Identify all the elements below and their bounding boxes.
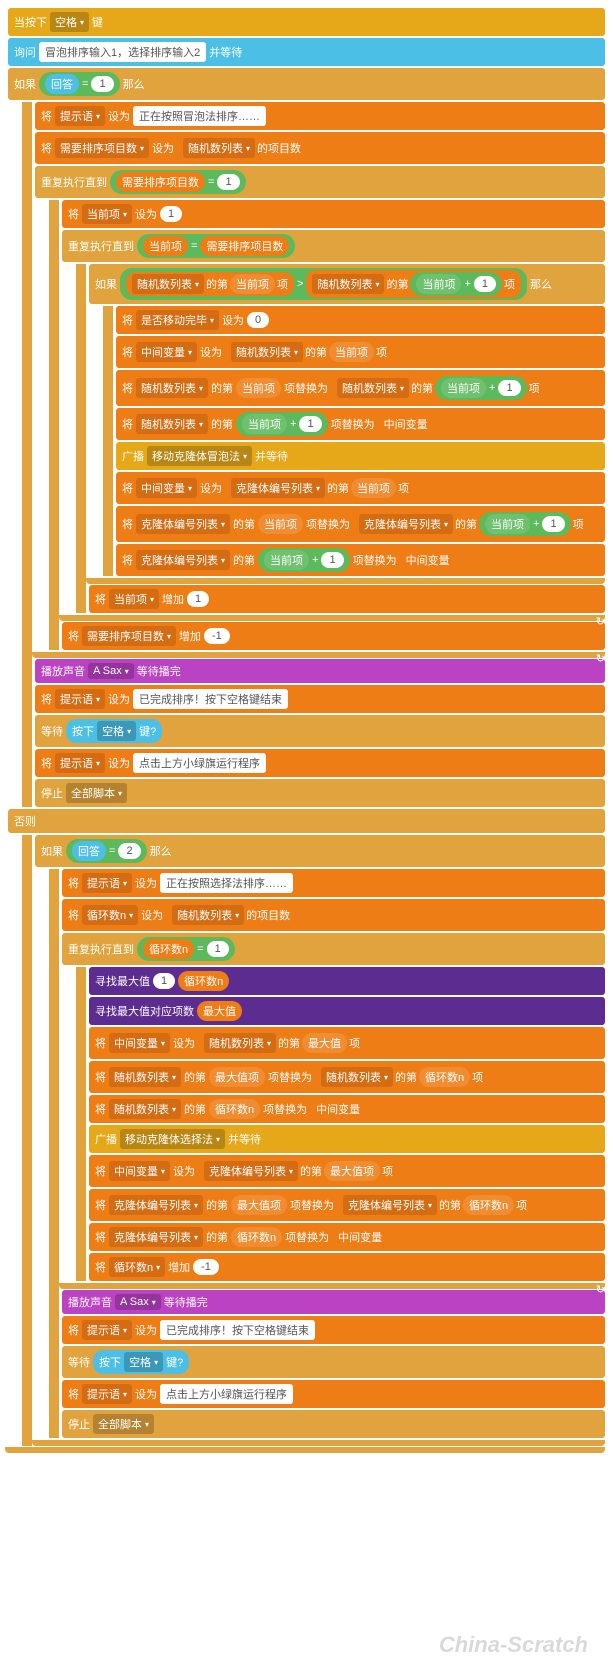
repeat-until-loop-1[interactable]: 重复执行直到 循环数n = 1 (62, 933, 605, 965)
hat-when-key-pressed[interactable]: 当按下 空格 键 (8, 8, 605, 36)
set-tip-select[interactable]: 将 提示语 设为 正在按照选择法排序…… (62, 869, 605, 897)
replace-rand-max[interactable]: 将 随机数列表 的第 最大值项 项替换为 随机数列表 的第 循环数n 项 (89, 1061, 605, 1093)
label: 当按下 (14, 14, 47, 30)
set-done-moving-0[interactable]: 将 是否移动完毕 设为 0 (116, 306, 605, 334)
set-tip-flag-1[interactable]: 将 提示语 设为 点击上方小绿旗运行程序 (35, 749, 605, 777)
watermark: China-Scratch (439, 1632, 588, 1658)
ask-text[interactable]: 冒泡排序输入1，选择排序输入2 (39, 42, 206, 62)
set-tip-done-2[interactable]: 将 提示语 设为 已完成排序！按下空格键结束 (62, 1316, 605, 1344)
equals-op[interactable]: 回答 = 1 (39, 72, 120, 96)
if-compare[interactable]: 如果 随机数列表 的第 当前项 项 > 随机数列表 的第 当前项 + (89, 264, 605, 304)
set-temp-clone-max[interactable]: 将 中间变量 设为 克隆体编号列表 的第 最大值项 项 (89, 1155, 605, 1187)
set-tip-done-1[interactable]: 将 提示语 设为 已完成排序！按下空格键结束 (35, 685, 605, 713)
set-temp-to-item[interactable]: 将 中间变量 设为 随机数列表 的第 当前项 项 (116, 336, 605, 368)
val[interactable]: 1 (91, 76, 113, 92)
equals-op[interactable]: 需要排序项目数 = 1 (110, 170, 246, 194)
call-find-max-idx[interactable]: 寻找最大值对应项数 最大值 (89, 997, 605, 1025)
set-items-to-sort[interactable]: 将 需要排序项目数 设为 随机数列表 的项目数 (35, 132, 605, 164)
replace-clone-1[interactable]: 将 克隆体编号列表 的第 当前项 项替换为 克隆体编号列表 的第 当前项 + 1… (116, 506, 605, 542)
ask-and-wait[interactable]: 询问 冒泡排序输入1，选择排序输入2 并等待 (8, 38, 605, 66)
else-branch[interactable]: 否则 (8, 809, 605, 833)
set-temp-clone[interactable]: 将 中间变量 设为 克隆体编号列表 的第 当前项 项 (116, 472, 605, 504)
plus-op[interactable]: 当前项 + 1 (410, 272, 502, 296)
key-dropdown[interactable]: 空格 (50, 12, 89, 32)
repeat-until-outer[interactable]: 重复执行直到 需要排序项目数 = 1 (35, 166, 605, 198)
var[interactable]: 需要排序项目数 (116, 172, 205, 192)
set-temp-max[interactable]: 将 中间变量 设为 随机数列表 的第 最大值 项 (89, 1027, 605, 1059)
call-find-max[interactable]: 寻找最大值 1 循环数n (89, 967, 605, 995)
gt-op[interactable]: 随机数列表 的第 当前项 项 > 随机数列表 的第 当前项 + 1 (120, 268, 527, 300)
wait-until-key-1[interactable]: 等待 按下 空格 键? (35, 715, 605, 747)
key-pressed[interactable]: 按下 空格 键? (66, 719, 162, 743)
label: 那么 (123, 76, 145, 92)
replace-item-2[interactable]: 将 随机数列表 的第 当前项 + 1 项替换为 中间变量 (116, 408, 605, 440)
set-tip-flag-2[interactable]: 将 提示语 设为 点击上方小绿旗运行程序 (62, 1380, 605, 1408)
var-dd[interactable]: 需要排序项目数 (55, 138, 149, 158)
change-current-1[interactable]: 将 当前项 增加 1 (89, 585, 605, 613)
item-of-list[interactable]: 随机数列表 的第 当前项 项 (126, 272, 294, 296)
set-current-1[interactable]: 将 当前项 设为 1 (62, 200, 605, 228)
change-loop-neg1[interactable]: 将 循环数n 增加 -1 (89, 1253, 605, 1281)
label: 键 (92, 14, 103, 30)
set-loop-n[interactable]: 将 循环数n 设为 随机数列表 的项目数 (62, 899, 605, 931)
change-items-neg1[interactable]: 将 需要排序项目数 增加 -1 (62, 622, 605, 650)
list-length[interactable]: 随机数列表 的项目数 (177, 136, 307, 160)
play-sound-2[interactable]: 播放声音 A Sax 等待播完 (62, 1290, 605, 1314)
broadcast-bubble[interactable]: 广播 移动克隆体冒泡法 并等待 (116, 442, 605, 470)
broadcast-select[interactable]: 广播 移动克隆体选择法 并等待 (89, 1125, 605, 1153)
val[interactable]: 正在按照冒泡法排序…… (133, 106, 266, 126)
stop-all-2[interactable]: 停止 全部脚本 (62, 1410, 605, 1438)
var-dd[interactable]: 提示语 (55, 106, 105, 126)
replace-rand-loop[interactable]: 将 随机数列表 的第 循环数n 项替换为 中间变量 (89, 1095, 605, 1123)
answer-reporter[interactable]: 回答 (45, 74, 79, 94)
if-answer-1[interactable]: 如果 回答 = 1 那么 (8, 68, 605, 100)
eq: = (82, 78, 88, 90)
label: 并等待 (209, 44, 242, 60)
label: 询问 (14, 44, 36, 60)
replace-clone-max[interactable]: 将 克隆体编号列表 的第 最大值项 项替换为 克隆体编号列表 的第 循环数n 项 (89, 1189, 605, 1221)
if-answer-2[interactable]: 如果 回答 = 2 那么 (35, 835, 605, 867)
play-sound-1[interactable]: 播放声音 A Sax 等待播完 (35, 659, 605, 683)
equals-op[interactable]: 当前项 = 需要排序项目数 (137, 234, 295, 258)
wait-until-key-2[interactable]: 等待 按下 空格 键? (62, 1346, 605, 1378)
replace-clone-loop[interactable]: 将 克隆体编号列表 的第 循环数n 项替换为 中间变量 (89, 1223, 605, 1251)
stop-all-1[interactable]: 停止 全部脚本 (35, 779, 605, 807)
repeat-until-inner[interactable]: 重复执行直到 当前项 = 需要排序项目数 (62, 230, 605, 262)
replace-clone-2[interactable]: 将 克隆体编号列表 的第 当前项 + 1 项替换为 中间变量 (116, 544, 605, 576)
item-of-list[interactable]: 随机数列表 的第 当前项 + 1 项 (306, 270, 521, 298)
replace-item[interactable]: 将 随机数列表 的第 当前项 项替换为 随机数列表 的第 当前项 + 1 项 (116, 370, 605, 406)
set-tip-bubble[interactable]: 将 提示语 设为 正在按照冒泡法排序…… (35, 102, 605, 130)
label: 如果 (14, 76, 36, 92)
